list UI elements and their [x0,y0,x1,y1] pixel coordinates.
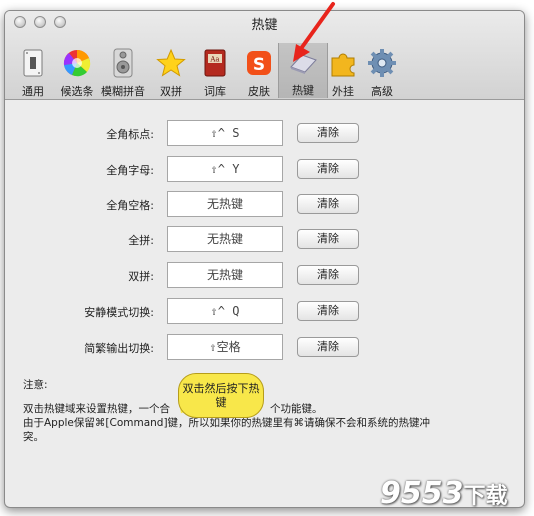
toolbar-item-general[interactable]: 通用 [9,44,57,98]
hotkey-field[interactable]: ⇧^ S [167,120,283,146]
notes-line-1: 双击热键域来设置热键，一个合 个功能键。 [23,403,323,415]
hotkey-row-quiet-mode: 安静模式切换: ⇧^ Q 清除 [5,298,524,326]
switch-icon [23,49,43,77]
hotkey-label: 全拼: [128,234,154,247]
sogou-icon: S [247,51,271,75]
hotkey-field[interactable]: 无热键 [167,262,283,288]
puzzle-icon [331,53,355,77]
clear-button[interactable]: 清除 [297,194,359,214]
hotkey-field[interactable]: 无热键 [167,191,283,217]
keyboard-key-icon [290,54,317,74]
hotkey-label: 双拼: [128,270,154,283]
hotkeys-panel: 全角标点: ⇧^ S 清除 全角字母: ⇧^ Y 清除 全角空格: 无热键 清除… [5,100,524,507]
toolbar-item-skin[interactable]: S 皮肤 [235,44,283,98]
callout-bubble: 双击然后按下热键 [178,373,264,418]
hotkey-label: 全角标点: [106,128,154,141]
hotkey-row-fullwidth-punctuation: 全角标点: ⇧^ S 清除 [5,120,524,148]
dictionary-icon: Aa [204,49,226,77]
toolbar-item-shuangpin[interactable]: 双拼 [147,44,195,98]
hotkey-field[interactable]: ⇧^ Q [167,298,283,324]
window-title: 热键 [251,18,278,33]
toolbar-item-advanced[interactable]: 高级 [358,44,406,98]
speaker-icon [113,48,133,78]
star-icon [156,48,186,77]
hotkey-label: 全角字母: [106,164,154,177]
hotkey-label: 全角空格: [106,199,154,212]
clear-button[interactable]: 清除 [297,229,359,249]
svg-text:S: S [253,55,265,75]
hotkey-field[interactable]: ⇧^ Y [167,156,283,182]
notes-line-3: 突。 [23,431,44,443]
hotkey-row-simplified-traditional: 简繁输出切换: ⇧空格 清除 [5,334,524,362]
clear-button[interactable]: 清除 [297,123,359,143]
color-wheel-icon [63,50,91,77]
clear-button[interactable]: 清除 [297,265,359,285]
site-watermark: 9553下载 [380,476,508,511]
notes-section: 注意: 双击热键域来设置热键，一个合 个功能键。 由于Apple保留⌘[Comma… [23,378,513,444]
notes-line-2: 由于Apple保留⌘[Command]键，所以如果你的热键里有⌘请确保不会和系统… [23,417,431,429]
hotkey-label: 安静模式切换: [84,306,154,319]
svg-text:Aa: Aa [209,56,219,64]
hotkey-row-quanpin: 全拼: 无热键 清除 [5,226,524,254]
clear-button[interactable]: 清除 [297,301,359,321]
hotkey-row-fullwidth-space: 全角空格: 无热键 清除 [5,191,524,219]
hotkey-label: 简繁输出切换: [84,342,154,355]
hotkey-field[interactable]: 无热键 [167,226,283,252]
notes-heading: 注意: [23,379,48,391]
toolbar: 热键 通用 候选条 模糊拼音 双拼 Aa 词库 S 皮肤 热键 外挂 高级 [5,11,524,100]
toolbar-item-fuzzy-pinyin[interactable]: 模糊拼音 [99,44,147,98]
clear-button[interactable]: 清除 [297,337,359,357]
hotkey-row-shuangpin: 双拼: 无热键 清除 [5,262,524,290]
gear-icon [368,49,396,77]
hotkey-field[interactable]: ⇧空格 [167,334,283,360]
toolbar-item-candidate-bar[interactable]: 候选条 [53,44,101,98]
title-bar: 热键 [5,11,524,33]
preferences-window: 热键 通用 候选条 模糊拼音 双拼 Aa 词库 S 皮肤 热键 外挂 高级 全角… [4,10,525,508]
clear-button[interactable]: 清除 [297,159,359,179]
toolbar-item-dictionary[interactable]: Aa 词库 [191,44,239,98]
hotkey-row-fullwidth-letters: 全角字母: ⇧^ Y 清除 [5,156,524,184]
